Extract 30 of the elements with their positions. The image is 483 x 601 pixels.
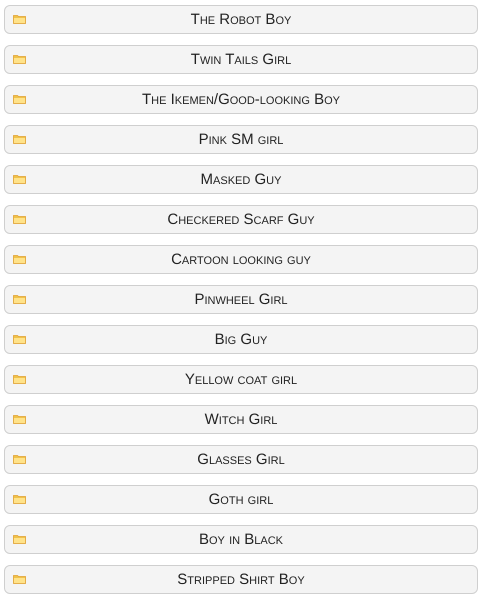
folder-icon <box>13 214 26 224</box>
folder-button[interactable]: Yellow coat girl <box>4 365 478 394</box>
folder-button[interactable]: Cartoon looking guy <box>4 245 478 274</box>
folder-button[interactable]: Pink SM girl <box>4 125 478 154</box>
folder-icon <box>13 14 26 24</box>
folder-button[interactable]: Pinwheel Girl <box>4 285 478 314</box>
folder-icon <box>13 414 26 424</box>
folder-icon <box>13 574 26 584</box>
folder-button[interactable]: Goth girl <box>4 485 478 514</box>
folder-button[interactable]: Glasses Girl <box>4 445 478 474</box>
folder-icon <box>13 534 26 544</box>
folder-button[interactable]: Boy in Black <box>4 525 478 554</box>
folder-icon <box>13 494 26 504</box>
folder-icon <box>13 134 26 144</box>
folder-button[interactable]: Stripped Shirt Boy <box>4 565 478 594</box>
folder-button[interactable]: Twin Tails Girl <box>4 45 478 74</box>
folder-icon <box>13 54 26 64</box>
folder-button[interactable]: Masked Guy <box>4 165 478 194</box>
folder-button[interactable]: The Robot Boy <box>4 5 478 34</box>
folder-button[interactable]: The Ikemen/Good-looking Boy <box>4 85 478 114</box>
folder-icon <box>13 374 26 384</box>
folder-button[interactable]: Big Guy <box>4 325 478 354</box>
folder-icon <box>13 334 26 344</box>
folder-icon <box>13 94 26 104</box>
folder-icon <box>13 454 26 464</box>
folder-icon <box>13 254 26 264</box>
folder-icon <box>13 294 26 304</box>
folder-button[interactable]: Witch Girl <box>4 405 478 434</box>
folder-icon <box>13 174 26 184</box>
folder-button[interactable]: Checkered Scarf Guy <box>4 205 478 234</box>
